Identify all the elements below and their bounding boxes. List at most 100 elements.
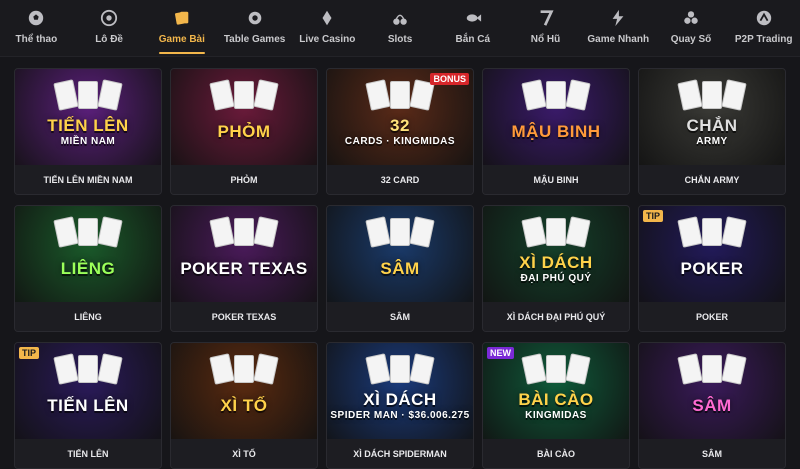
lottery-wheel-icon xyxy=(99,8,119,28)
game-logo-text: TIẾN LÊN xyxy=(47,396,129,416)
game-logo-subtext: KINGMIDAS xyxy=(525,409,587,421)
game-logo: TIẾN LÊN xyxy=(47,397,128,415)
game-logo: XÌ DÁCH SPIDER MAN · $36.006.275 xyxy=(330,389,470,421)
game-logo-text: XÌ DÁCH xyxy=(363,389,437,409)
playing-cards-illustration xyxy=(209,216,279,248)
game-thumbnail[interactable]: XÌ DÁCH ĐẠI PHÚ QUÝ xyxy=(483,206,629,302)
nav-item-table-games[interactable]: Table Games xyxy=(218,0,291,56)
game-card-xi-dach-spiderman[interactable]: XÌ DÁCH SPIDER MAN · $36.006.275 XÌ DÁCH S… xyxy=(326,342,474,469)
game-logo: BÀI CÀO KINGMIDAS xyxy=(518,389,594,421)
nav-label: Table Games xyxy=(223,34,286,45)
game-thumbnail[interactable]: LIÊNG xyxy=(15,206,161,302)
nav-item-no-hu[interactable]: Nổ Hũ xyxy=(509,0,582,56)
seven-icon xyxy=(536,8,556,28)
nav-item-lo-de[interactable]: Lô Đề xyxy=(73,0,146,56)
playing-cards-illustration xyxy=(521,216,591,248)
game-logo: POKER xyxy=(681,260,744,278)
playing-cards-illustration xyxy=(365,79,435,111)
game-logo: LIÊNG xyxy=(61,260,115,278)
game-logo-subtext: ARMY xyxy=(696,135,728,147)
game-card-sam[interactable]: SÂM SÂM xyxy=(326,205,474,332)
game-card-sam[interactable]: SÂM SÂM xyxy=(638,342,786,469)
game-title: SÂM xyxy=(327,302,473,331)
game-thumbnail[interactable]: XÌ DÁCH SPIDER MAN · $36.006.275 xyxy=(327,343,473,439)
nav-label: Nổ Hũ xyxy=(530,34,561,45)
nav-item-game-nhanh[interactable]: Game Nhanh xyxy=(582,0,655,56)
game-card-bai-cao[interactable]: NEW BÀI CÀO KINGMIDAS BÀI CÀO xyxy=(482,342,630,469)
game-logo-text: MẬU BINH xyxy=(511,122,601,142)
playing-cards-illustration xyxy=(521,79,591,111)
game-title: POKER xyxy=(639,302,785,331)
game-logo: SÂM xyxy=(380,260,419,278)
game-card-poker-texas[interactable]: POKER TEXAS POKER TEXAS xyxy=(170,205,318,332)
nav-label: Quay Số xyxy=(670,34,712,45)
nav-label: Game Bài xyxy=(158,34,205,45)
game-thumbnail[interactable]: CHẮN ARMY xyxy=(639,69,785,165)
game-card-lieng[interactable]: LIÊNG LIÊNG xyxy=(14,205,162,332)
game-logo: CHẮN ARMY xyxy=(686,116,737,147)
game-logo-subtext: SPIDER MAN · $36.006.275 xyxy=(330,409,470,421)
p2p-icon xyxy=(754,8,774,28)
game-title: SÂM xyxy=(639,439,785,468)
game-title: TIẾN LÊN MIỀN NAM xyxy=(15,165,161,194)
game-thumbnail[interactable]: POKER TEXAS xyxy=(171,206,317,302)
game-title: 32 CARD xyxy=(327,165,473,194)
nav-item-game-bai[interactable]: Game Bài xyxy=(145,0,218,56)
game-logo-text: BÀI CÀO xyxy=(518,389,594,409)
nav-item-the-thao[interactable]: Thể thao xyxy=(0,0,73,56)
game-logo: XÌ DÁCH ĐẠI PHÚ QUÝ xyxy=(519,253,592,284)
game-card-phom[interactable]: PHỎM PHỎM xyxy=(170,68,318,195)
game-card-xi-to[interactable]: XÌ TỐ XÌ TỐ xyxy=(170,342,318,469)
nav-item-ban-ca[interactable]: Bắn Cá xyxy=(436,0,509,56)
playing-cards-illustration xyxy=(53,79,123,111)
game-title: BÀI CÀO xyxy=(483,439,629,468)
game-thumbnail[interactable]: TIẾN LÊN MIỀN NAM xyxy=(15,69,161,165)
game-title: XÌ DÁCH SPIDERMAN xyxy=(327,439,473,468)
nav-label: Slots xyxy=(387,34,413,45)
nav-item-p2p-trading[interactable]: P2P Trading xyxy=(727,0,800,56)
game-thumbnail[interactable]: SÂM xyxy=(639,343,785,439)
game-card-chan-army[interactable]: CHẮN ARMY CHẮN ARMY xyxy=(638,68,786,195)
playing-cards-illustration xyxy=(209,79,279,111)
game-card-32-card[interactable]: BONUS 32 CARDS · KINGMIDAS 32 CARD xyxy=(326,68,474,195)
game-card-xi-dach-dai-phu-quy[interactable]: XÌ DÁCH ĐẠI PHÚ QUÝ XÌ DÁCH ĐẠI PHÚ QUÝ xyxy=(482,205,630,332)
game-thumbnail[interactable]: NEW BÀI CÀO KINGMIDAS xyxy=(483,343,629,439)
game-thumbnail[interactable]: MẬU BINH xyxy=(483,69,629,165)
game-thumbnail[interactable]: TIP TIẾN LÊN xyxy=(15,343,161,439)
game-thumbnail[interactable]: TIP POKER xyxy=(639,206,785,302)
playing-cards-illustration xyxy=(677,353,747,385)
game-logo-text: LIÊNG xyxy=(60,259,116,279)
game-card-poker[interactable]: TIP POKER POKER xyxy=(638,205,786,332)
game-logo: MẬU BINH xyxy=(512,123,601,141)
nav-label: Live Casino xyxy=(299,34,356,45)
game-title: XÌ TỐ xyxy=(171,439,317,468)
game-thumbnail[interactable]: BONUS 32 CARDS · KINGMIDAS xyxy=(327,69,473,165)
lightning-icon xyxy=(608,8,628,28)
game-badge: NEW xyxy=(487,347,514,359)
playing-cards-illustration xyxy=(365,353,435,385)
game-thumbnail[interactable]: SÂM xyxy=(327,206,473,302)
game-logo: POKER TEXAS xyxy=(180,260,307,278)
cards-icon xyxy=(172,8,192,28)
game-grid: TIẾN LÊN MIỀN NAM TIẾN LÊN MIỀN NAM PHỎM PHỎ… xyxy=(14,68,792,469)
game-title: CHẮN ARMY xyxy=(639,165,785,194)
nav-item-live-casino[interactable]: Live Casino xyxy=(291,0,364,56)
game-logo: 32 CARDS · KINGMIDAS xyxy=(345,115,455,147)
top-navigation: Thể thao Lô Đề Game Bài Table Games Live Cas… xyxy=(0,0,800,57)
playing-cards-illustration xyxy=(365,216,435,248)
game-card-mau-binh[interactable]: MẬU BINH MẬU BINH xyxy=(482,68,630,195)
game-logo: TIẾN LÊN MIỀN NAM xyxy=(47,116,128,147)
game-card-tien-len-mien-nam[interactable]: TIẾN LÊN MIỀN NAM TIẾN LÊN MIỀN NAM xyxy=(14,68,162,195)
nav-item-slots[interactable]: Slots xyxy=(364,0,437,56)
playing-cards-illustration xyxy=(53,216,123,248)
game-title: TIẾN LÊN xyxy=(15,439,161,468)
game-logo-text: 32 xyxy=(390,115,410,135)
nav-item-quay-so[interactable]: Quay Số xyxy=(655,0,728,56)
game-thumbnail[interactable]: PHỎM xyxy=(171,69,317,165)
game-card-tien-len[interactable]: TIP TIẾN LÊN TIẾN LÊN xyxy=(14,342,162,469)
playing-cards-illustration xyxy=(521,353,591,385)
game-thumbnail[interactable]: XÌ TỐ xyxy=(171,343,317,439)
game-logo: XÌ TỐ xyxy=(221,397,268,415)
playing-cards-illustration xyxy=(677,216,747,248)
cherry-icon xyxy=(390,8,410,28)
